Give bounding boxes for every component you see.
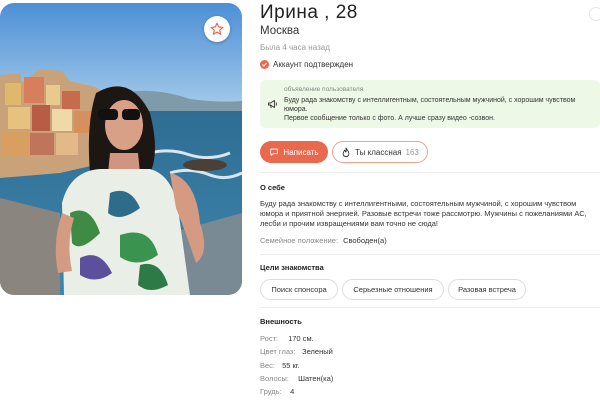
photo-image — [0, 3, 242, 295]
row-value: Шатен(ка) — [298, 374, 334, 383]
row-value: 4 — [290, 387, 295, 396]
row-value: Зеленый — [302, 347, 333, 356]
row-value: 170 см. — [288, 334, 314, 343]
megaphone-icon — [267, 97, 279, 115]
profile-city: Москва — [260, 25, 300, 37]
about-text: Буду рада знакомству с интеллигентными, … — [260, 199, 587, 229]
appearance-title: Внешность — [260, 317, 302, 326]
profile-photo[interactable] — [0, 3, 242, 295]
flame-icon — [342, 147, 350, 157]
appearance-row: Грудь: 4 — [260, 387, 294, 396]
favorite-button[interactable] — [204, 16, 230, 42]
appearance-row: Вес: 55 кг. — [260, 361, 300, 370]
row-value: 55 кг. — [282, 361, 300, 370]
check-icon — [260, 60, 269, 69]
about-title: О себе — [260, 183, 285, 192]
announcement-text: Буду рада знакомству с интеллигентным, с… — [284, 97, 576, 123]
last-seen: Была 4 часа назад — [260, 43, 330, 52]
row-key: Цвет глаз: — [260, 347, 296, 356]
verified-label: Аккаунт подтвержден — [273, 60, 354, 69]
announcement-box: объявление пользователя Буду рада знаком… — [260, 80, 600, 128]
marital-key: Семейное положение: — [260, 236, 339, 245]
compliment-label: Ты классная — [355, 147, 402, 157]
divider — [260, 254, 600, 255]
marital-value: Свободен(а) — [343, 236, 387, 245]
star-icon — [210, 22, 224, 35]
goals-title: Цели знакомства — [260, 263, 324, 272]
goal-chip[interactable]: Поиск спонсора — [260, 279, 338, 300]
write-message-button[interactable]: Написать — [260, 141, 328, 163]
verified-badge: Аккаунт подтвержден — [260, 60, 353, 69]
row-key: Грудь: — [260, 387, 282, 396]
row-key: Волосы: — [260, 374, 289, 383]
write-message-label: Написать — [283, 147, 319, 157]
goal-chip[interactable]: Серьезные отношения — [342, 279, 444, 300]
marital-status: Семейное положение: Свободен(а) — [260, 236, 387, 245]
goal-chip[interactable]: Разовая встреча — [448, 279, 526, 300]
compliment-count: 163 — [405, 147, 419, 157]
profile-name: Ирина , 28 — [260, 2, 358, 23]
appearance-row: Цвет глаз: Зеленый — [260, 347, 333, 356]
divider — [260, 172, 600, 173]
compliment-button[interactable]: Ты классная 163 — [332, 141, 428, 163]
row-key: Вес: — [260, 361, 276, 370]
row-key: Рост: — [260, 334, 279, 343]
divider — [260, 307, 600, 308]
announcement-label: объявление пользователя — [284, 86, 364, 93]
chat-bubble-icon — [270, 148, 279, 156]
appearance-row: Волосы: Шатен(ка) — [260, 374, 333, 383]
more-options-icon[interactable] — [589, 7, 600, 21]
appearance-row: Рост: 170 см. — [260, 334, 314, 343]
